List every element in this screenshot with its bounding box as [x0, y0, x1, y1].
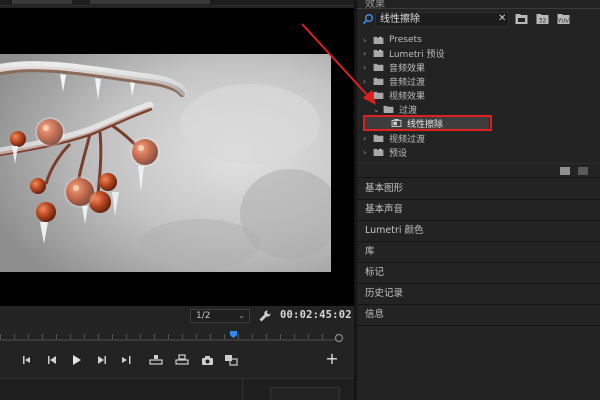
- tree-item-label: 音频效果: [389, 63, 426, 74]
- folder-icon: [373, 91, 384, 99]
- panel-essential-sound[interactable]: 基本声音: [357, 200, 600, 221]
- panel-libraries[interactable]: 库: [357, 242, 600, 263]
- video-preview: [0, 54, 331, 272]
- tree-item-label: 音频过渡: [389, 77, 426, 88]
- playback-resolution-select[interactable]: 1/2 ⌄: [190, 309, 250, 323]
- lift-icon[interactable]: [148, 352, 164, 368]
- playhead-timecode[interactable]: 00:02:45:02: [280, 309, 352, 321]
- panel-info[interactable]: 信息: [357, 305, 600, 326]
- bottom-panel-strip: [0, 378, 354, 400]
- tree-item-presets-cn[interactable]: › 预设: [363, 146, 408, 159]
- folder-icon: [373, 134, 384, 142]
- effects-search-row: 线性擦除 ✕ 32 YUV: [357, 11, 600, 28]
- accelerated-effects-icon[interactable]: [515, 13, 528, 25]
- search-icon: [362, 13, 374, 25]
- mark-out-icon[interactable]: [118, 352, 134, 368]
- tree-item-label: Lumetri 预设: [389, 49, 445, 60]
- chevron-right-icon[interactable]: ›: [363, 77, 373, 86]
- add-button-icon[interactable]: +: [325, 351, 339, 367]
- monitor-header: [0, 0, 354, 6]
- tree-item-label: 过渡: [399, 105, 418, 116]
- chevron-down-icon[interactable]: ⌄: [363, 91, 373, 100]
- panel-essential-graphics[interactable]: 基本图形: [357, 179, 600, 200]
- chevron-right-icon[interactable]: ›: [363, 36, 373, 45]
- monitor-time-ruler[interactable]: [0, 330, 343, 344]
- tree-item-label: 视频过渡: [389, 134, 426, 145]
- extract-icon[interactable]: [174, 352, 190, 368]
- play-icon[interactable]: [68, 352, 84, 368]
- tree-item-video-effects[interactable]: ⌄ 视频效果: [363, 89, 426, 102]
- folder-icon: [373, 77, 384, 85]
- bin-star-icon: [373, 49, 384, 57]
- tree-item-transition[interactable]: ⌄ 过渡: [373, 103, 418, 116]
- transport-controls: [0, 352, 354, 372]
- effects-panel: 效果 线性擦除 ✕ 32 YUV › Presets › Lumetri 预设: [357, 0, 600, 178]
- chevron-right-icon[interactable]: ›: [363, 134, 373, 143]
- resolution-value: 1/2: [196, 311, 211, 321]
- tree-item-presets[interactable]: › Presets: [363, 34, 422, 46]
- tree-item-video-transitions[interactable]: › 视频过渡: [363, 132, 426, 145]
- tree-item-audio-effects[interactable]: › 音频效果: [363, 61, 426, 74]
- wrench-icon[interactable]: [258, 309, 272, 323]
- ruler-track: [0, 339, 338, 341]
- folder-icon: [373, 63, 384, 71]
- effects-search-input[interactable]: 线性擦除: [375, 12, 509, 27]
- new-bin-icon[interactable]: [560, 167, 570, 175]
- tree-item-label: Presets: [389, 35, 422, 45]
- folder-icon: [383, 105, 394, 113]
- camera-icon[interactable]: [199, 352, 215, 368]
- bin-star-icon: [373, 36, 384, 44]
- chevron-down-icon: ⌄: [238, 311, 245, 320]
- panel-tab-underline: [357, 8, 600, 9]
- panel-lumetri-color[interactable]: Lumetri 颜色: [357, 221, 600, 242]
- panel-markers[interactable]: 标记: [357, 263, 600, 284]
- tree-item-audio-transitions[interactable]: › 音频过渡: [363, 75, 426, 88]
- delete-icon[interactable]: [578, 167, 588, 175]
- chevron-right-icon[interactable]: ›: [363, 148, 373, 157]
- chevron-right-icon[interactable]: ›: [363, 63, 373, 72]
- yuv-effects-icon[interactable]: YUV: [557, 13, 570, 25]
- ruler-end-handle[interactable]: [335, 334, 343, 342]
- step-forward-icon[interactable]: [94, 352, 110, 368]
- compare-view-icon[interactable]: [223, 352, 239, 368]
- video-frame-image: [0, 54, 331, 272]
- mark-in-icon[interactable]: [20, 352, 36, 368]
- annotation-highlight-box: [363, 115, 492, 131]
- chevron-down-icon[interactable]: ⌄: [373, 105, 383, 114]
- 32bit-effects-icon[interactable]: 32: [536, 13, 549, 25]
- svg-text:32: 32: [539, 18, 547, 25]
- tree-item-label: 预设: [389, 148, 408, 159]
- chevron-right-icon[interactable]: ›: [363, 49, 373, 58]
- tree-item-lumetri-presets[interactable]: › Lumetri 预设: [363, 47, 445, 60]
- clear-search-icon[interactable]: ✕: [498, 14, 506, 24]
- panel-list: 基本图形 基本声音 Lumetri 颜色 库 标记 历史记录 信息: [357, 179, 600, 326]
- effects-panel-footer: [357, 163, 600, 177]
- tree-item-label: 视频效果: [389, 91, 426, 102]
- program-monitor: 1/2 ⌄ 00:02:45:02 +: [0, 0, 354, 400]
- step-back-icon[interactable]: [44, 352, 60, 368]
- panel-history[interactable]: 历史记录: [357, 284, 600, 305]
- svg-text:YUV: YUV: [557, 19, 569, 25]
- bin-star-icon: [373, 148, 384, 156]
